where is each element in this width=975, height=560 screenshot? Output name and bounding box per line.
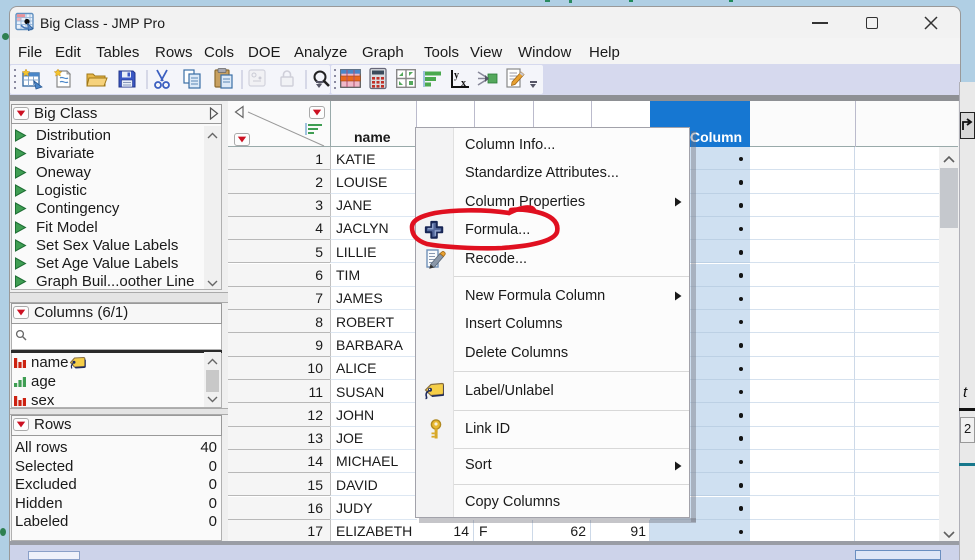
svg-text:y: y: [454, 70, 459, 81]
svg-text:x: x: [461, 78, 466, 89]
